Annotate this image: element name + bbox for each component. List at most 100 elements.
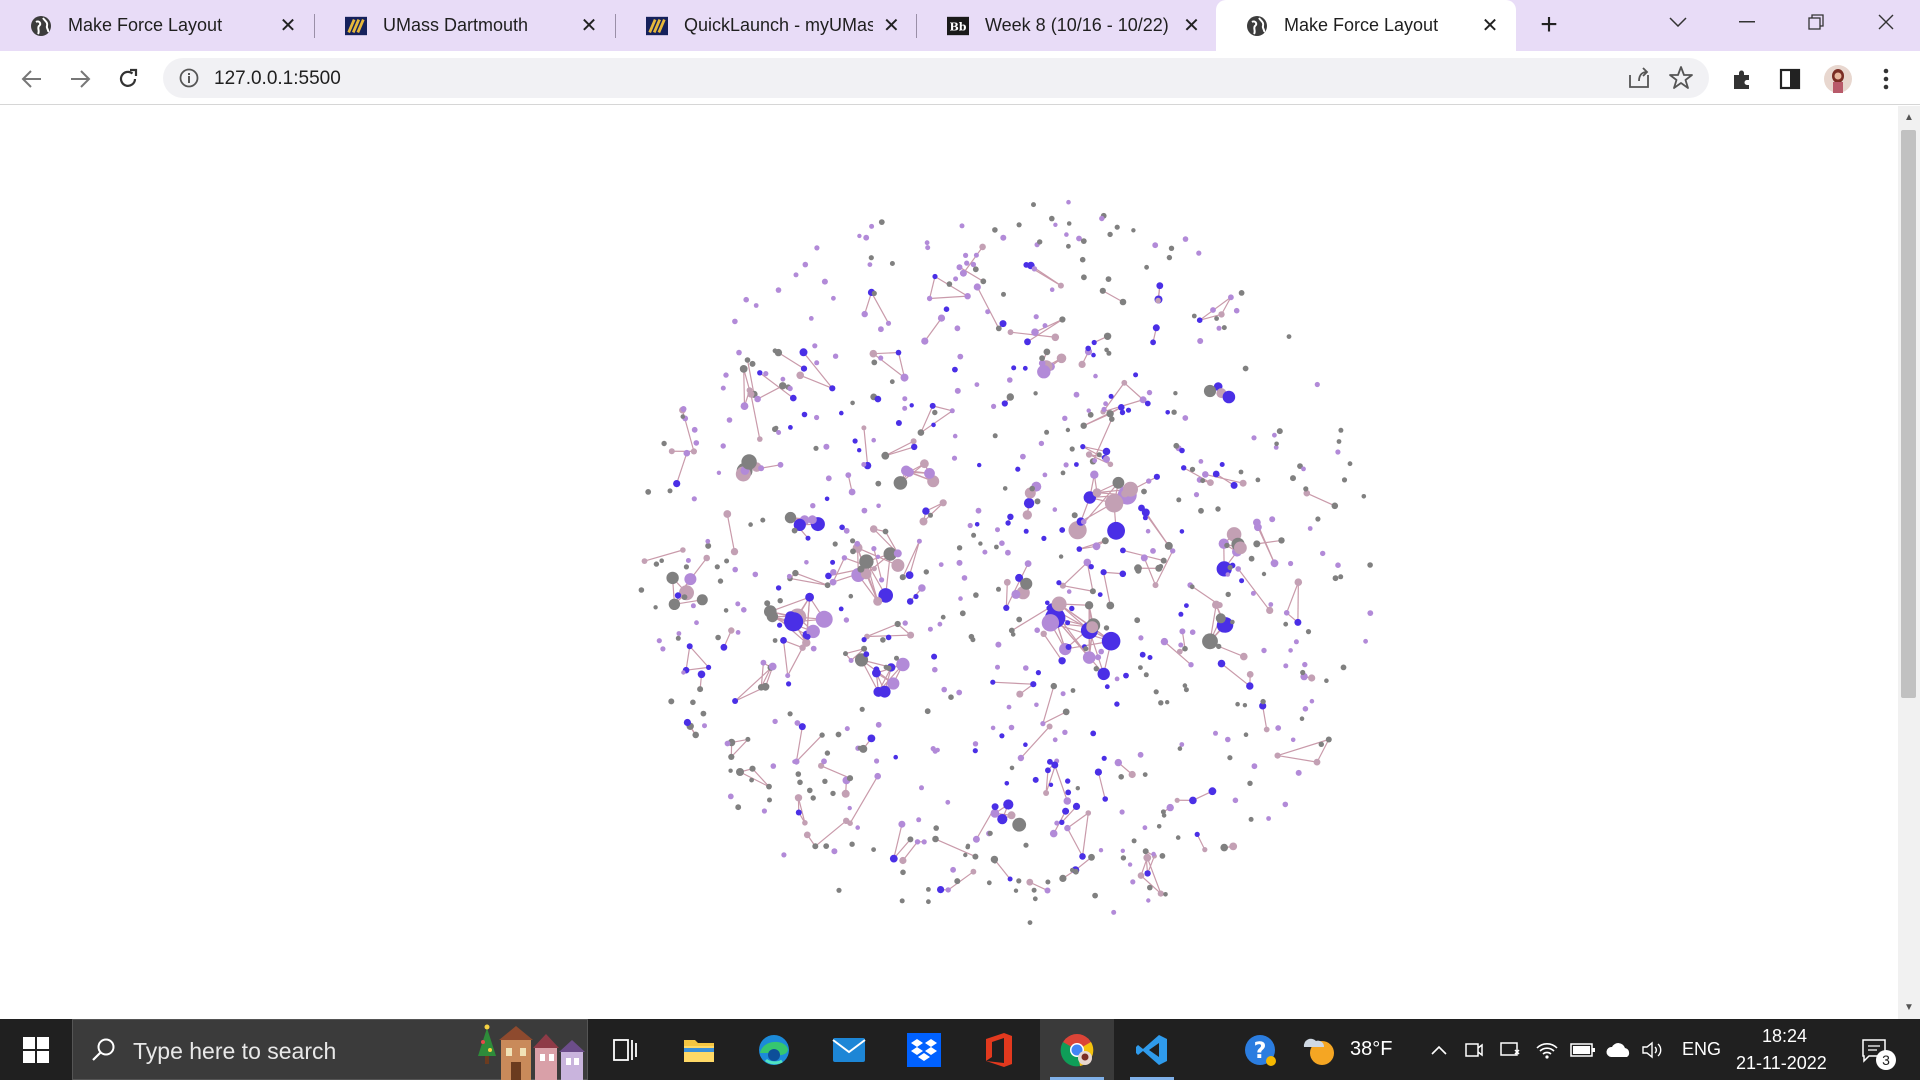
graph-node[interactable] <box>903 620 908 625</box>
graph-node[interactable] <box>1061 471 1066 476</box>
graph-node[interactable] <box>787 574 792 579</box>
graph-node[interactable] <box>1315 516 1320 521</box>
graph-node[interactable] <box>974 283 981 290</box>
graph-node[interactable] <box>1240 480 1247 487</box>
graph-node[interactable] <box>732 567 738 573</box>
graph-node[interactable] <box>971 533 976 538</box>
graph-node[interactable] <box>762 683 770 691</box>
graph-node[interactable] <box>771 763 777 769</box>
graph-node[interactable] <box>1073 869 1079 875</box>
graph-node[interactable] <box>963 253 968 258</box>
graph-node[interactable] <box>964 261 969 266</box>
graph-node[interactable] <box>992 227 998 233</box>
graph-node[interactable] <box>763 371 768 376</box>
graph-node[interactable] <box>906 571 914 579</box>
graph-node[interactable] <box>844 528 850 534</box>
graph-node[interactable] <box>831 296 836 301</box>
graph-node[interactable] <box>1089 564 1094 569</box>
graph-node[interactable] <box>1173 391 1177 395</box>
graph-node[interactable] <box>878 326 884 332</box>
graph-node[interactable] <box>757 436 763 442</box>
graph-node[interactable] <box>954 878 960 884</box>
graph-node[interactable] <box>758 465 764 471</box>
input-language[interactable]: ENG <box>1682 1039 1721 1060</box>
graph-node[interactable] <box>745 737 750 742</box>
graph-node[interactable] <box>797 780 803 786</box>
graph-node[interactable] <box>1131 228 1135 232</box>
graph-node[interactable] <box>1051 683 1057 689</box>
graph-node[interactable] <box>1324 678 1329 683</box>
graph-node[interactable] <box>1064 797 1072 805</box>
graph-node[interactable] <box>803 262 809 268</box>
battery-icon[interactable] <box>1568 1019 1598 1080</box>
graph-node[interactable] <box>1005 520 1010 525</box>
graph-node[interactable] <box>932 274 937 279</box>
graph-node[interactable] <box>1008 811 1016 819</box>
graph-node[interactable] <box>932 836 939 843</box>
graph-node[interactable] <box>995 527 1000 532</box>
graph-node[interactable] <box>1235 702 1240 707</box>
graph-node[interactable] <box>1225 737 1231 743</box>
graph-node[interactable] <box>1085 601 1093 609</box>
graph-node[interactable] <box>974 253 979 258</box>
graph-node[interactable] <box>1034 703 1039 708</box>
graph-node[interactable] <box>883 529 889 535</box>
graph-node[interactable] <box>1000 320 1007 327</box>
graph-node[interactable] <box>964 293 970 299</box>
graph-node[interactable] <box>868 262 873 267</box>
graph-node[interactable] <box>874 773 881 780</box>
graph-node[interactable] <box>868 735 876 743</box>
graph-node[interactable] <box>1144 265 1149 270</box>
graph-node[interactable] <box>916 817 921 822</box>
graph-node[interactable] <box>1171 410 1176 415</box>
graph-node[interactable] <box>1090 471 1098 479</box>
graph-node[interactable] <box>1132 838 1137 843</box>
graph-node[interactable] <box>1011 590 1020 599</box>
graph-node[interactable] <box>1100 288 1106 294</box>
display-icon[interactable] <box>1496 1019 1524 1080</box>
graph-node[interactable] <box>1134 617 1140 623</box>
graph-node[interactable] <box>702 723 707 728</box>
graph-node[interactable] <box>1008 329 1014 335</box>
graph-node[interactable] <box>988 831 993 836</box>
graph-node[interactable] <box>1080 444 1085 449</box>
graph-node[interactable] <box>952 367 958 373</box>
graph-node[interactable] <box>1283 802 1289 808</box>
reload-button[interactable] <box>110 61 146 97</box>
graph-node[interactable] <box>721 443 726 448</box>
close-window-button[interactable] <box>1856 0 1916 44</box>
new-tab-button[interactable]: + <box>1532 8 1566 42</box>
graph-node[interactable] <box>1210 307 1216 313</box>
graph-node[interactable] <box>1061 691 1066 696</box>
graph-node[interactable] <box>925 708 931 714</box>
graph-node[interactable] <box>1243 703 1247 707</box>
graph-node[interactable] <box>922 507 929 514</box>
graph-node[interactable] <box>1105 684 1110 689</box>
close-tab-icon[interactable]: ✕ <box>1478 14 1502 38</box>
graph-node[interactable] <box>705 543 711 549</box>
graph-node[interactable] <box>749 766 755 772</box>
tab-make-force-layout-1[interactable]: Make Force Layout ✕ <box>0 0 314 51</box>
graph-node[interactable] <box>1045 880 1050 885</box>
graph-node[interactable] <box>786 681 791 686</box>
graph-node[interactable] <box>921 338 928 345</box>
chrome-icon[interactable] <box>1040 1019 1114 1080</box>
graph-node[interactable] <box>802 412 808 418</box>
graph-node[interactable] <box>1123 673 1129 679</box>
graph-node[interactable] <box>1056 580 1061 585</box>
clock-date[interactable]: 21-11-2022 <box>1736 1053 1827 1074</box>
graph-node[interactable] <box>1120 410 1125 415</box>
graph-node[interactable] <box>1052 597 1067 612</box>
graph-node[interactable] <box>690 700 696 706</box>
graph-node[interactable] <box>1062 416 1067 421</box>
graph-node[interactable] <box>1226 572 1231 577</box>
graph-node[interactable] <box>930 403 936 409</box>
graph-node[interactable] <box>796 810 802 816</box>
graph-node[interactable] <box>970 637 975 642</box>
graph-node[interactable] <box>1291 738 1296 743</box>
graph-node[interactable] <box>1178 746 1183 751</box>
graph-node[interactable] <box>1326 737 1332 743</box>
graph-node[interactable] <box>1081 423 1087 429</box>
graph-node[interactable] <box>1024 338 1031 345</box>
graph-node[interactable] <box>1115 759 1122 766</box>
